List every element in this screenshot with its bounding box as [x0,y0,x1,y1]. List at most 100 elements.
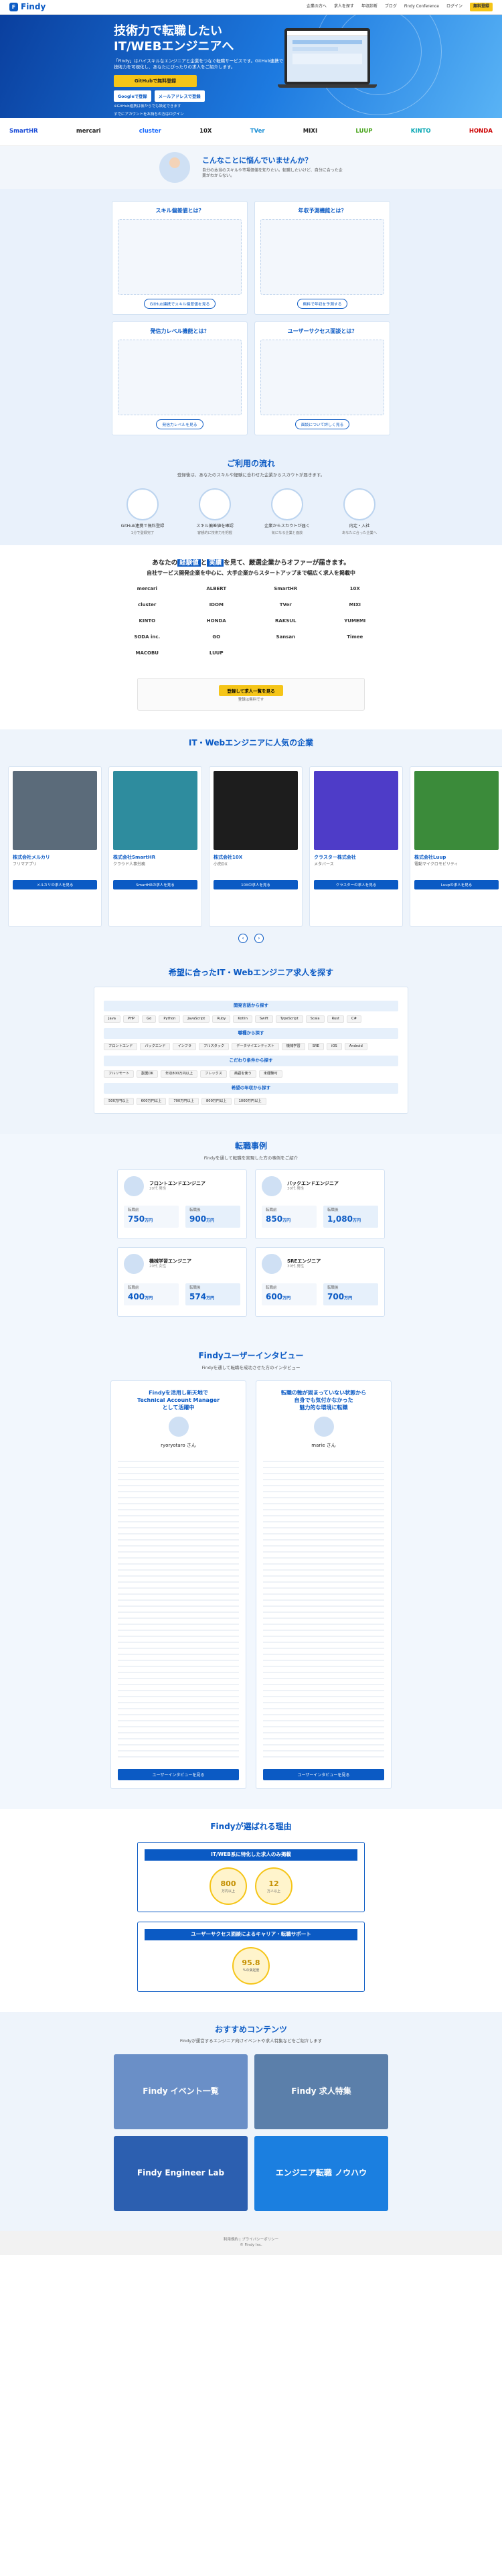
company-jobs-button[interactable]: メルカリの求人を見る [13,879,97,889]
nav-item[interactable]: ブログ [385,4,397,10]
interview-button[interactable]: ユーザーインタビューを見る [118,1768,239,1780]
case-header: SREエンジニア 30代 男性 [262,1254,378,1275]
job-tag[interactable]: 500万円以上 [104,1097,134,1106]
job-tag[interactable]: Swift [254,1015,273,1023]
job-tag[interactable]: Scala [305,1015,325,1023]
job-tag[interactable]: SRE [307,1042,324,1051]
company-image [314,771,398,851]
job-tag[interactable]: フルスタック [199,1042,230,1051]
job-tag[interactable]: フルリモート [104,1070,135,1078]
company-jobs-button[interactable]: 10Xの求人を見る [214,879,298,889]
case-age: 20代 女性 [149,1265,167,1269]
header-signup-button[interactable]: 無料登録 [469,3,493,11]
company-jobs-button[interactable]: SmartHRの求人を見る [113,879,197,889]
job-tag[interactable]: Go [142,1015,157,1023]
client-logo: cluster [139,128,161,135]
job-tag[interactable]: 600万円以上 [136,1097,167,1106]
feature-illustration [260,218,384,295]
company-card[interactable]: 株式会社10X 小売DX 10Xの求人を見る [209,766,303,928]
step-icon [127,488,159,520]
google-signup-button[interactable]: Googleで登録 [114,90,151,102]
case-header: フロントエンドエンジニア 20代 男性 [124,1176,240,1197]
job-tag[interactable]: バックエンド [140,1042,171,1051]
feature-button[interactable]: 発信力レベルを見る [156,419,203,429]
company-logo: SmartHR [274,585,298,591]
job-tag[interactable]: PHP [122,1015,140,1023]
hero-login-link[interactable]: すでにアカウントをお持ちの方はログイン [114,113,284,118]
company-card[interactable]: 株式会社SmartHR クラウド人事労務 SmartHRの求人を見る [108,766,202,928]
job-tag[interactable]: Rust [327,1015,344,1023]
salary-label: 転職後 [327,1286,339,1291]
job-tag[interactable]: インフラ [173,1042,197,1051]
company-card[interactable]: クラスター株式会社 メタバース クラスターの求人を見る [309,766,403,928]
job-tag[interactable]: Kotlin [233,1015,252,1023]
company-card[interactable]: 株式会社Luup 電動マイクロモビリティ Luupの求人を見る [410,766,502,928]
interviewee-name: marie さん [311,1443,336,1449]
nav-item[interactable]: 企業の方へ [307,4,327,10]
feature-button[interactable]: 面談について詳しく見る [295,419,350,429]
case-card: バックエンドエンジニア 30代 男性 転職前 850万円 転職後 1,080万円 [255,1169,385,1240]
job-tag[interactable]: iOS [326,1042,342,1051]
email-signup-button[interactable]: メールアドレスで登録 [154,90,205,102]
why-box-head: IT/WEB系に特化した求人のみ掲載 [145,1849,357,1861]
interview-card: Findyを活用し新天地で Technical Account Manager … [110,1380,246,1789]
company-jobs-button[interactable]: クラスターの求人を見る [314,879,398,889]
job-search-section: 希望に合ったIT・Webエンジニア求人を探す 開発言語から探す Java PHP Go… [0,955,502,1135]
job-tag[interactable]: 1000万円以上 [234,1097,266,1106]
recs-sub: Findyが運営するエンジニア向けイベントや求人特集などをご紹介します [179,2038,323,2044]
findy-logo[interactable]: F Findy [9,1,46,13]
job-tag[interactable]: 700万円以上 [169,1097,199,1106]
interview-button[interactable]: ユーザーインタビューを見る [263,1768,384,1780]
case-header: バックエンドエンジニア 30代 男性 [262,1176,378,1197]
company-card[interactable]: 株式会社メルカリ フリマアプリ メルカリの求人を見る [8,766,102,928]
company-logo: TVer [279,601,292,607]
job-tag[interactable]: 年収800万円以上 [161,1070,198,1078]
nav-item[interactable]: 年収診断 [361,4,378,10]
nav-item[interactable]: Findy Conference [404,4,439,10]
job-tag[interactable]: TypeScript [275,1015,303,1023]
nav-item[interactable]: ログイン [446,4,463,10]
job-tag[interactable]: フレックス [200,1070,227,1078]
job-tag[interactable]: フロントエンド [104,1042,138,1051]
job-tag[interactable]: Ruby [212,1015,231,1023]
carousel-next-icon[interactable]: › [254,934,264,944]
salary-value: 900万円 [189,1214,215,1224]
recommend-card[interactable]: エンジニア転職 ノウハウ [254,2135,388,2211]
view-jobs-button[interactable]: 登録して求人一覧を見る [219,685,283,696]
job-tag[interactable]: 未経験可 [258,1070,282,1078]
job-tag[interactable]: データサイエンティスト [232,1042,279,1051]
job-tag[interactable]: C# [346,1015,361,1023]
company-jobs-button[interactable]: Luupの求人を見る [414,879,499,889]
carousel-prev-icon[interactable]: ‹ [238,934,248,944]
step-title: 企業からスカウトが届く [264,523,311,528]
feature-button[interactable]: 無料で年収を予測する [297,299,348,309]
client-logo: KINTO [410,128,431,135]
job-tag[interactable]: JavaScript [183,1015,210,1023]
client-logo: TVer [250,128,265,135]
case-age: 30代 男性 [287,1187,305,1192]
feature-button[interactable]: GitHub連携でスキル偏差値を見る [143,299,216,309]
nav-item[interactable]: 求人を探す [334,4,354,10]
job-tag[interactable]: 800万円以上 [201,1097,232,1106]
job-tag[interactable]: 英語を使う [229,1070,256,1078]
job-tag[interactable]: 機械学習 [281,1042,305,1051]
hero-text: 技術力で転職したい IT/WEBエンジニアへ 「Findy」はハイスキルなエンジ… [114,24,284,118]
company-logo: LUUP [209,650,224,656]
salary-value: 400万円 [128,1292,153,1302]
step-title: GitHub連携で無料登録 [120,523,165,528]
company-carousel[interactable]: 株式会社メルカリ フリマアプリ メルカリの求人を見る 株式会社SmartHR クラウド人… [0,766,502,928]
github-signup-button[interactable]: GitHubで無料登録 [114,74,197,87]
recommend-card[interactable]: Findy イベント一覧 [114,2054,248,2129]
job-tag[interactable]: Android [344,1042,367,1051]
recommend-card[interactable]: Findy Engineer Lab [114,2135,248,2211]
job-tag[interactable]: Java [104,1015,120,1023]
salary-after: 転職後 900万円 [185,1206,240,1228]
recs-title: おすすめコンテンツ [214,2025,287,2035]
recommend-card[interactable]: Findy 求人特集 [254,2054,388,2129]
footer-links[interactable]: 利用規約 | プライバシーポリシー [224,2238,278,2243]
company-name: 株式会社10X [214,855,243,861]
job-tag[interactable]: 副業OK [137,1070,159,1078]
interviewee-name: ryoryotaro さん [161,1443,196,1449]
salary-value: 750万円 [128,1214,153,1224]
job-tag[interactable]: Python [159,1015,181,1023]
